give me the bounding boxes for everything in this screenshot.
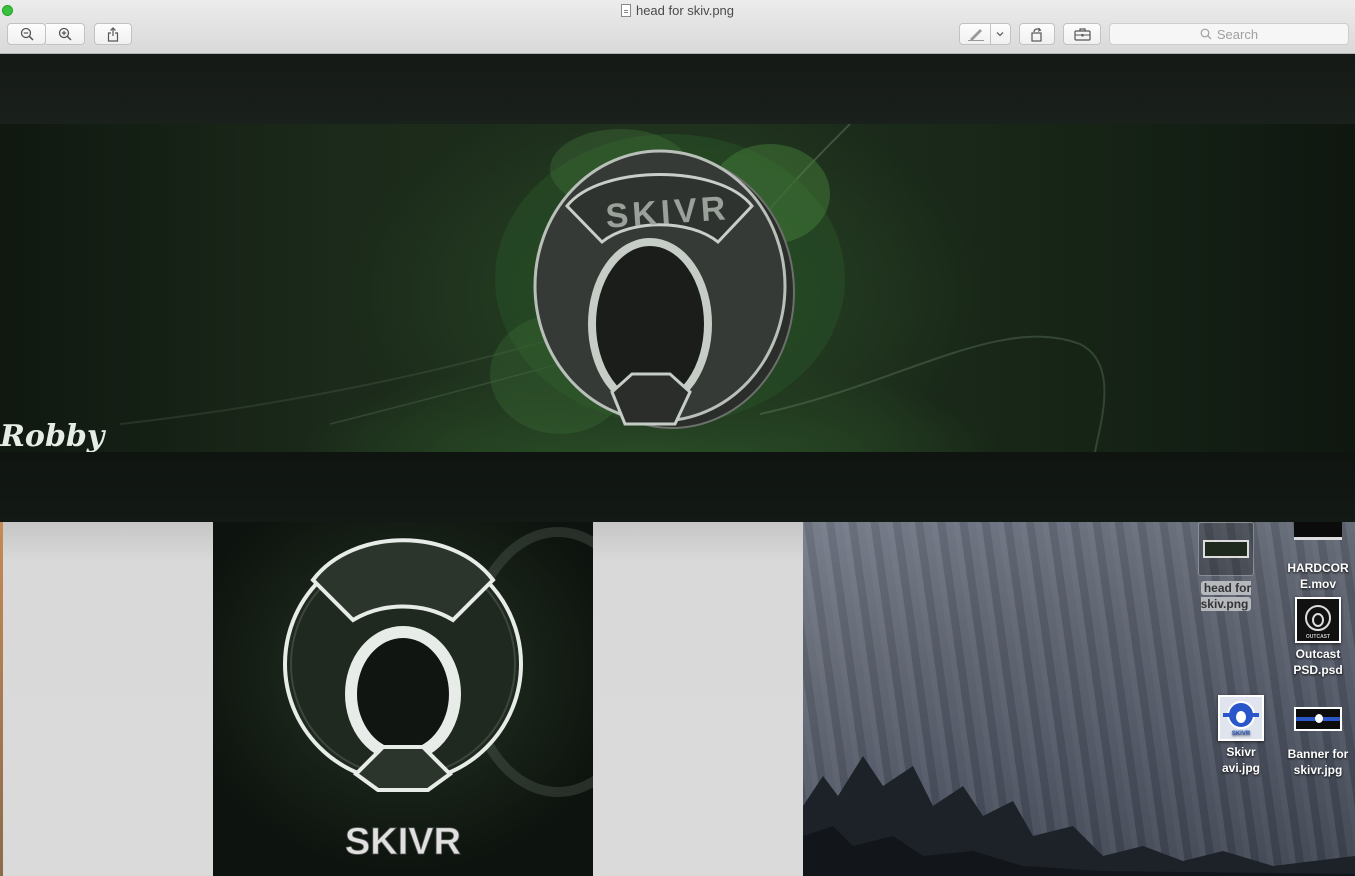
image-canvas[interactable]: SKIVR Robby (0, 54, 1355, 522)
desktop-icon-label: Skivr avi.jpg (1221, 745, 1260, 775)
banner-artwork: SKIVR Robby (0, 124, 1355, 452)
skivr-emblem-art: SKIVR Robby (0, 124, 1106, 452)
window-title-text: head for skiv.png (635, 3, 735, 18)
document-icon (620, 4, 631, 17)
markup-divider (990, 23, 991, 45)
avatar-brand-text: SKIVR (345, 821, 461, 863)
desktop-icon-label: head for skiv.png (1200, 581, 1252, 611)
rotate-icon (1031, 27, 1042, 42)
signature-text: Robby (0, 419, 107, 452)
banner-bottom-band (0, 452, 1355, 522)
movie-file-icon (1294, 522, 1342, 540)
outcast-thumb-text: OUTCAST (1306, 634, 1330, 640)
file-thumbnail (1198, 522, 1254, 576)
psd-file-icon: OUTCAST (1295, 597, 1341, 643)
desktop-icon-label: HARDCOR E.mov (1287, 561, 1349, 591)
desktop-icon-outcast-psd[interactable]: OUTCAST Outcast PSD.psd (1281, 597, 1355, 678)
desktop-icon-label: Outcast PSD.psd (1293, 647, 1343, 677)
search-placeholder: Search (1216, 26, 1259, 42)
skivr-avatar-image: SKIVR (213, 522, 593, 876)
pen-icon (968, 29, 984, 41)
window-title: head for skiv.png (0, 3, 1355, 18)
search-field[interactable]: Search (1109, 23, 1349, 45)
lower-region: SKIVR head for skiv.png HARDCOR E.mov OU… (0, 522, 1355, 876)
desktop-icon-skivr-avi[interactable]: SKIVR Skivr avi.jpg (1207, 695, 1275, 776)
rotate-button[interactable] (1019, 23, 1055, 45)
skivr-logo-art: SKIVR (283, 527, 593, 863)
desktop-icon-hardcore-mov[interactable]: HARDCOR E.mov (1281, 522, 1355, 592)
toolbox-button[interactable] (1063, 23, 1101, 45)
zoom-out-button[interactable] (7, 23, 46, 45)
zoom-out-icon (20, 27, 34, 41)
share-button[interactable] (94, 23, 132, 45)
zoom-in-button[interactable] (46, 23, 85, 45)
window-edge (0, 522, 3, 876)
search-icon (1200, 28, 1212, 40)
preview-titlebar: head for skiv.png Search (0, 0, 1355, 54)
desktop-icon-banner-for-skivr[interactable]: Banner for skivr.jpg (1281, 695, 1355, 778)
desktop-icon-label: Banner for skivr.jpg (1287, 747, 1349, 777)
banner-file-icon (1294, 695, 1342, 743)
image-file-icon (1203, 540, 1249, 558)
toolbox-icon (1073, 28, 1091, 41)
zoom-in-icon (58, 27, 72, 41)
chevron-down-icon[interactable] (994, 27, 1006, 45)
jpg-file-icon: SKIVR (1218, 695, 1264, 741)
banner-top-band (0, 54, 1355, 124)
skivr-thumb-text: SKIVR (1232, 731, 1251, 737)
desktop-icon-head-for-skiv[interactable]: head for skiv.png (1196, 522, 1256, 612)
share-icon (107, 26, 119, 42)
desktop-wallpaper: head for skiv.png HARDCOR E.mov OUTCAST … (803, 522, 1355, 876)
